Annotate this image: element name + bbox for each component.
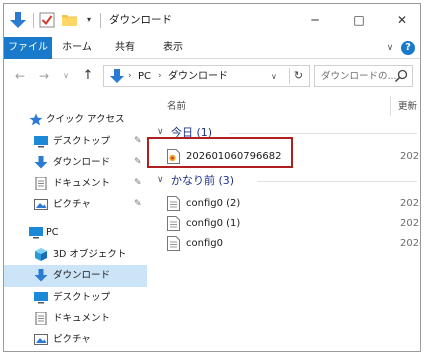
file-date: 2025/ — [400, 198, 420, 209]
sidebar-item-label: デスクトップ — [53, 292, 111, 303]
address-dropdown-icon[interactable]: ∨ — [271, 70, 277, 83]
sidebar-item-label: ドキュメント — [53, 178, 111, 189]
sidebar-item-pictures[interactable]: ピクチャ ✎ — [4, 194, 147, 216]
download-icon — [110, 69, 124, 83]
highlight-box — [147, 137, 293, 168]
breadcrumb-downloads[interactable]: ダウンロード — [168, 70, 228, 83]
chevron-down-icon[interactable]: ∨ — [157, 174, 164, 187]
pin-icon[interactable]: ✎ — [134, 199, 142, 209]
sidebar-item-documents-pc[interactable]: ドキュメント — [4, 308, 147, 330]
file-row[interactable]: config0 (2) 2025/ — [167, 194, 420, 214]
document-icon — [35, 312, 47, 325]
quick-access-dropdown-icon[interactable]: ▾ — [84, 15, 94, 25]
group-header-long-ago[interactable]: ∨ かなり前 (3) — [157, 173, 417, 189]
document-icon — [35, 177, 47, 190]
pin-icon[interactable]: ✎ — [134, 136, 142, 146]
sidebar-item-desktop[interactable]: デスクトップ ✎ — [4, 131, 147, 153]
pin-icon[interactable]: ✎ — [134, 157, 142, 167]
sidebar-item-label: デスクトップ — [53, 136, 111, 147]
text-file-icon — [167, 216, 180, 231]
tab-home[interactable]: ホーム — [58, 37, 96, 59]
navigation-bar: ← → ∨ ↑ › PC › ダウンロード ∨ ↻ ダウンロードの... — [4, 60, 420, 92]
sidebar-item-label: ダウンロード — [53, 157, 111, 168]
ribbon-expand-icon[interactable]: ∨ — [384, 42, 396, 54]
desktop-icon — [34, 136, 48, 148]
pc-icon — [29, 227, 43, 239]
sidebar-item-downloads[interactable]: ダウンロード ✎ — [4, 152, 147, 174]
file-name: config0 (2) — [186, 198, 241, 209]
sidebar-item-label: ピクチャ — [53, 199, 91, 210]
pictures-icon — [34, 199, 48, 210]
maximize-button[interactable]: □ — [342, 8, 376, 32]
file-row[interactable]: config0 (1) 2025/ — [167, 214, 420, 234]
back-button[interactable]: ← — [12, 67, 28, 85]
download-arrow-icon[interactable] — [10, 12, 26, 29]
file-row[interactable]: config0 2024/ — [167, 234, 420, 254]
up-button[interactable]: ↑ — [80, 67, 96, 85]
search-icon[interactable] — [394, 69, 408, 83]
file-date: 2024/ — [400, 238, 420, 249]
file-date: 2025/ — [400, 218, 420, 229]
breadcrumb-separator: › — [158, 71, 162, 81]
tab-file[interactable]: ファイル — [4, 37, 52, 59]
new-folder-icon[interactable] — [62, 14, 77, 26]
sidebar-item-quick-access[interactable]: クイック アクセス — [4, 109, 147, 131]
help-icon[interactable]: ? — [401, 41, 415, 55]
sidebar-item-pictures-pc[interactable]: ピクチャ — [4, 329, 147, 351]
sidebar-item-3d-objects[interactable]: 3D オブジェクト — [4, 244, 147, 266]
download-icon — [34, 269, 48, 282]
pictures-icon — [34, 334, 48, 345]
column-header-name[interactable]: 名前 — [167, 100, 186, 113]
title-separator — [33, 13, 34, 28]
column-header-modified[interactable]: 更新 — [398, 100, 417, 113]
search-placeholder: ダウンロードの... — [321, 71, 397, 82]
forward-button[interactable]: → — [36, 67, 52, 85]
3d-objects-icon — [35, 248, 47, 261]
sidebar-item-label: クイック アクセス — [46, 114, 125, 125]
file-date: 2026/ — [400, 151, 420, 162]
text-file-icon — [167, 236, 180, 251]
navigation-pane: クイック アクセス デスクトップ ✎ ダウンロード ✎ ドキュメント ✎ ピクチ… — [4, 96, 147, 351]
sidebar-item-documents[interactable]: ドキュメント ✎ — [4, 173, 147, 195]
tab-view[interactable]: 表示 — [159, 37, 187, 59]
star-icon — [29, 113, 43, 126]
recent-locations-button[interactable]: ∨ — [61, 67, 71, 85]
sidebar-item-desktop-pc[interactable]: デスクトップ — [4, 287, 147, 309]
text-file-icon — [167, 196, 180, 211]
title-separator — [100, 13, 101, 28]
close-button[interactable]: ✕ — [385, 8, 419, 32]
group-divider — [257, 181, 417, 182]
address-bar[interactable]: › PC › ダウンロード ∨ ↻ — [103, 65, 310, 87]
search-box[interactable]: ダウンロードの... — [314, 65, 413, 87]
desktop-icon — [34, 292, 48, 304]
download-icon — [34, 156, 48, 169]
refresh-button[interactable]: ↻ — [289, 68, 307, 84]
group-label: かなり前 (3) — [171, 174, 235, 187]
file-list: 名前 更新 ∨ 今日 (1) 202601060796682 2026/ ∨ か… — [154, 92, 420, 351]
minimize-button[interactable]: ─ — [298, 8, 332, 32]
explorer-window: ▾ ダウンロード ─ □ ✕ ファイル ホーム 共有 表示 ∨ ? ← → ∨ … — [3, 3, 421, 352]
sidebar-item-label: PC — [46, 227, 59, 238]
ribbon-tabs: ファイル ホーム 共有 表示 ∨ ? — [4, 37, 420, 59]
title-bar: ▾ ダウンロード ─ □ ✕ — [4, 4, 420, 37]
tab-share[interactable]: 共有 — [111, 37, 139, 59]
file-name: config0 (1) — [186, 218, 241, 229]
sidebar-item-label: ダウンロード — [53, 270, 111, 281]
sidebar-item-label: 3D オブジェクト — [53, 249, 127, 260]
properties-icon[interactable] — [39, 12, 55, 28]
pin-icon[interactable]: ✎ — [134, 178, 142, 188]
sidebar-item-label: ピクチャ — [53, 334, 91, 345]
breadcrumb-pc[interactable]: PC — [138, 70, 151, 83]
sidebar-item-pc[interactable]: PC — [4, 222, 147, 244]
window-title: ダウンロード — [109, 14, 172, 26]
sidebar-item-label: ドキュメント — [53, 313, 111, 324]
file-name: config0 — [186, 238, 223, 249]
group-divider — [229, 133, 417, 134]
breadcrumb-separator: › — [128, 71, 132, 81]
column-divider[interactable] — [390, 96, 391, 116]
sidebar-item-downloads-pc[interactable]: ダウンロード — [4, 265, 147, 287]
